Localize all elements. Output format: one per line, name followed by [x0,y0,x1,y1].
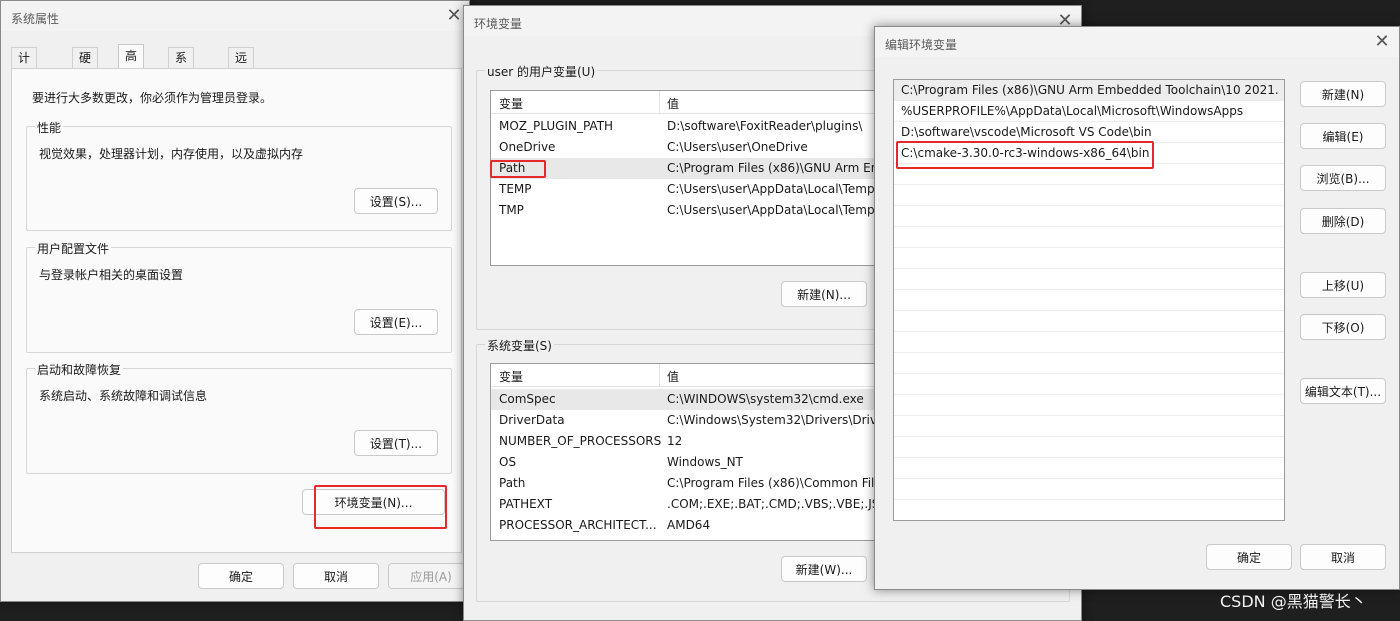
table-row[interactable]: OneDrive C:\Users\user\OneDrive [491,137,891,158]
tab-computer-name[interactable]: 计算机名 [11,47,38,125]
tab-system-protection[interactable]: 系统保护 [168,47,195,125]
new-button[interactable]: 新建(N) [1300,81,1386,107]
system-new-button[interactable]: 新建(W)... [781,556,867,582]
browse-button[interactable]: 浏览(B)... [1300,165,1386,191]
edit-button[interactable]: 编辑(E) [1300,123,1386,149]
table-row[interactable]: PROCESSOR_ARCHITECT... AMD64 [491,515,891,536]
user-profile-group: 用户配置文件 与登录帐户相关的桌面设置 设置(E)... [26,240,452,353]
user-new-button[interactable]: 新建(N)... [781,281,867,307]
cancel-button[interactable]: 取消 [1300,544,1386,570]
table-row[interactable]: NUMBER_OF_PROCESSORS 12 [491,431,891,452]
edit-env-titlebar: 编辑环境变量 [875,27,1399,57]
column-header-value[interactable]: 值 [667,368,679,385]
table-row[interactable]: OS Windows_NT [491,452,891,473]
delete-button[interactable]: 删除(D) [1300,208,1386,234]
table-row-selected[interactable]: Path C:\Program Files (x86)\GNU Arm Em [491,158,891,179]
column-header-variable[interactable]: 变量 [499,368,523,385]
ok-button[interactable]: 确定 [1206,544,1292,570]
column-header-value[interactable]: 值 [667,95,679,112]
list-item[interactable]: C:\Program Files (x86)\GNU Arm Embedded … [894,80,1284,101]
dialog-title: 环境变量 [474,17,523,31]
tab-hardware[interactable]: 硬件 [72,47,99,85]
user-variables-legend: user 的用户变量(U) [485,63,598,80]
table-row[interactable]: PATHEXT .COM;.EXE;.BAT;.CMD;.VBS;.VBE;.JS… [491,494,891,515]
table-row[interactable]: MOZ_PLUGIN_PATH D:\software\FoxitReader\p… [491,116,891,137]
startup-recovery-group: 启动和故障恢复 系统启动、系统故障和调试信息 设置(T)... [26,361,452,474]
tab-panel: 要进行大多数更改，你必须作为管理员登录。 性能 视觉效果，处理器计划，内存使用，… [11,68,462,553]
table-header: 变量 值 [491,364,891,387]
tab-remote[interactable]: 远程 [228,47,255,85]
system-properties-dialog: 系统属性 ✕ 计算机名 硬件 高级 系统保护 远程 要进行大多数更改，你必须作为… [0,0,470,602]
table-row[interactable]: TEMP C:\Users\user\AppData\Local\Temp [491,179,891,200]
performance-legend: 性能 [35,119,64,136]
table-row[interactable]: Path C:\Program Files (x86)\Common File [491,473,891,494]
admin-note: 要进行大多数更改，你必须作为管理员登录。 [32,91,273,105]
system-variables-table: 变量 值 ComSpec C:\WINDOWS\system32\cmd.exe … [490,363,892,541]
column-header-variable[interactable]: 变量 [499,95,523,112]
ok-button[interactable]: 确定 [198,563,284,589]
startup-recovery-desc: 系统启动、系统故障和调试信息 [39,389,208,403]
highlight-cmake-entry [896,141,1154,169]
edit-text-button[interactable]: 编辑文本(T)... [1300,378,1386,404]
list-item[interactable]: %USERPROFILE%\AppData\Local\Microsoft\Wi… [894,101,1284,122]
system-properties-titlebar: 系统属性 [1,1,469,31]
user-variables-table: 变量 值 MOZ_PLUGIN_PATH D:\software\FoxitRea… [490,90,892,266]
startup-recovery-legend: 启动和故障恢复 [35,361,124,378]
table-row[interactable]: DriverData C:\Windows\System32\Drivers\Dr… [491,410,891,431]
performance-group: 性能 视觉效果，处理器计划，内存使用，以及虚拟内存 设置(S)... [26,119,452,231]
dialog-title: 编辑环境变量 [885,38,958,52]
system-variables-legend: 系统变量(S) [485,337,554,354]
move-up-button[interactable]: 上移(U) [1300,272,1386,298]
cancel-button[interactable]: 取消 [293,563,379,589]
highlight-path-row [490,160,546,178]
move-down-button[interactable]: 下移(O) [1300,314,1386,340]
user-profile-settings-button[interactable]: 设置(E)... [354,309,438,335]
performance-settings-button[interactable]: 设置(S)... [354,188,438,214]
performance-desc: 视觉效果，处理器计划，内存使用，以及虚拟内存 [39,147,304,161]
list-item[interactable]: D:\software\vscode\Microsoft VS Code\bin [894,122,1284,143]
table-header: 变量 值 [491,91,891,114]
startup-recovery-settings-button[interactable]: 设置(T)... [354,430,438,456]
user-profile-desc: 与登录帐户相关的桌面设置 [39,268,184,282]
table-row-selected[interactable]: ComSpec C:\WINDOWS\system32\cmd.exe [491,389,891,410]
apply-button[interactable]: 应用(A) [388,563,469,589]
dialog-title: 系统属性 [11,12,60,26]
highlight-env-button [314,485,447,529]
user-profile-legend: 用户配置文件 [35,240,112,257]
table-row[interactable]: TMP C:\Users\user\AppData\Local\Temp [491,200,891,221]
edit-environment-variable-dialog: 编辑环境变量 ✕ C:\Program Files (x86)\GNU Arm … [874,26,1400,590]
close-icon[interactable]: ✕ [1369,31,1395,53]
tab-advanced[interactable]: 高级 [118,44,145,85]
watermark: CSDN @黑猫警长丶 [1220,592,1367,611]
